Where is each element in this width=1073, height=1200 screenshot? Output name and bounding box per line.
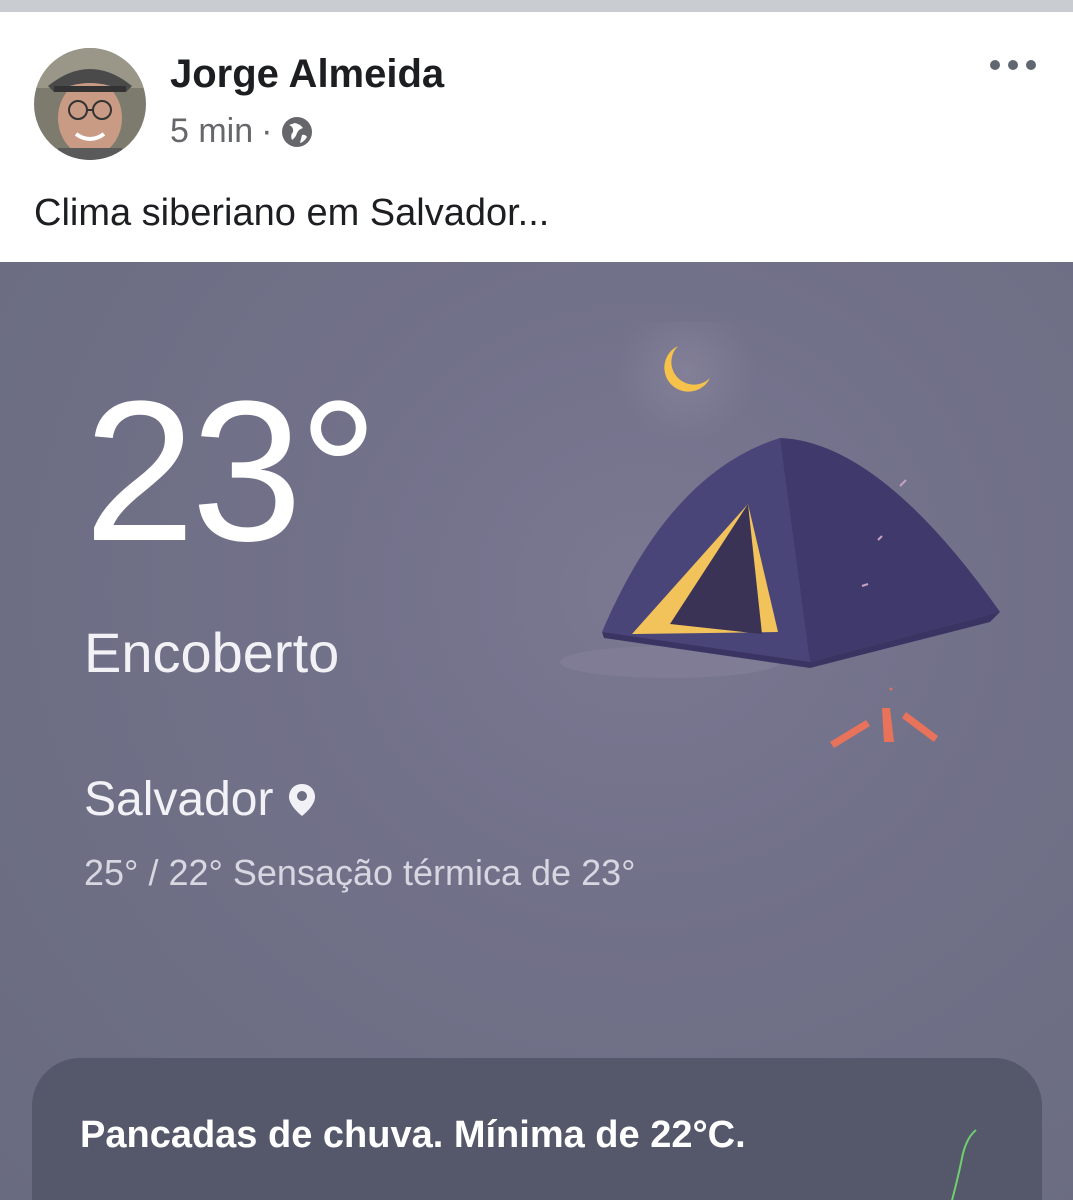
city-label: Salvador (84, 772, 317, 827)
author-name[interactable]: Jorge Almeida (170, 52, 444, 97)
city-name: Salvador (84, 773, 274, 826)
forecast-card[interactable]: Pancadas de chuva. Mínima de 22°C. (32, 1058, 1042, 1200)
post-time[interactable]: 5 min (170, 112, 253, 151)
avatar[interactable] (34, 48, 146, 160)
post-header: Jorge Almeida 5 min · Clima siberiano em… (0, 12, 1073, 262)
top-divider (0, 0, 1073, 12)
more-options-icon[interactable] (990, 60, 1036, 70)
tent-night-icon (560, 322, 1000, 748)
forecast-graph-line (951, 1129, 977, 1200)
globe-icon[interactable] (280, 115, 314, 149)
post-meta: 5 min · (170, 112, 314, 151)
location-pin-icon (289, 783, 316, 816)
forecast-summary: Pancadas de chuva. Mínima de 22°C. (80, 1114, 746, 1156)
campfire-icon (830, 687, 938, 748)
post-text: Clima siberiano em Salvador... (34, 192, 550, 234)
weather-screenshot: 23° Encoberto Salvador 25° / 22° Sensaçã… (0, 262, 1073, 1200)
meta-separator: · (261, 112, 273, 150)
weather-condition: Encoberto (84, 621, 340, 684)
temperature-range: 25° / 22° Sensação térmica de 23° (84, 852, 636, 893)
current-temperature: 23° (84, 360, 378, 583)
